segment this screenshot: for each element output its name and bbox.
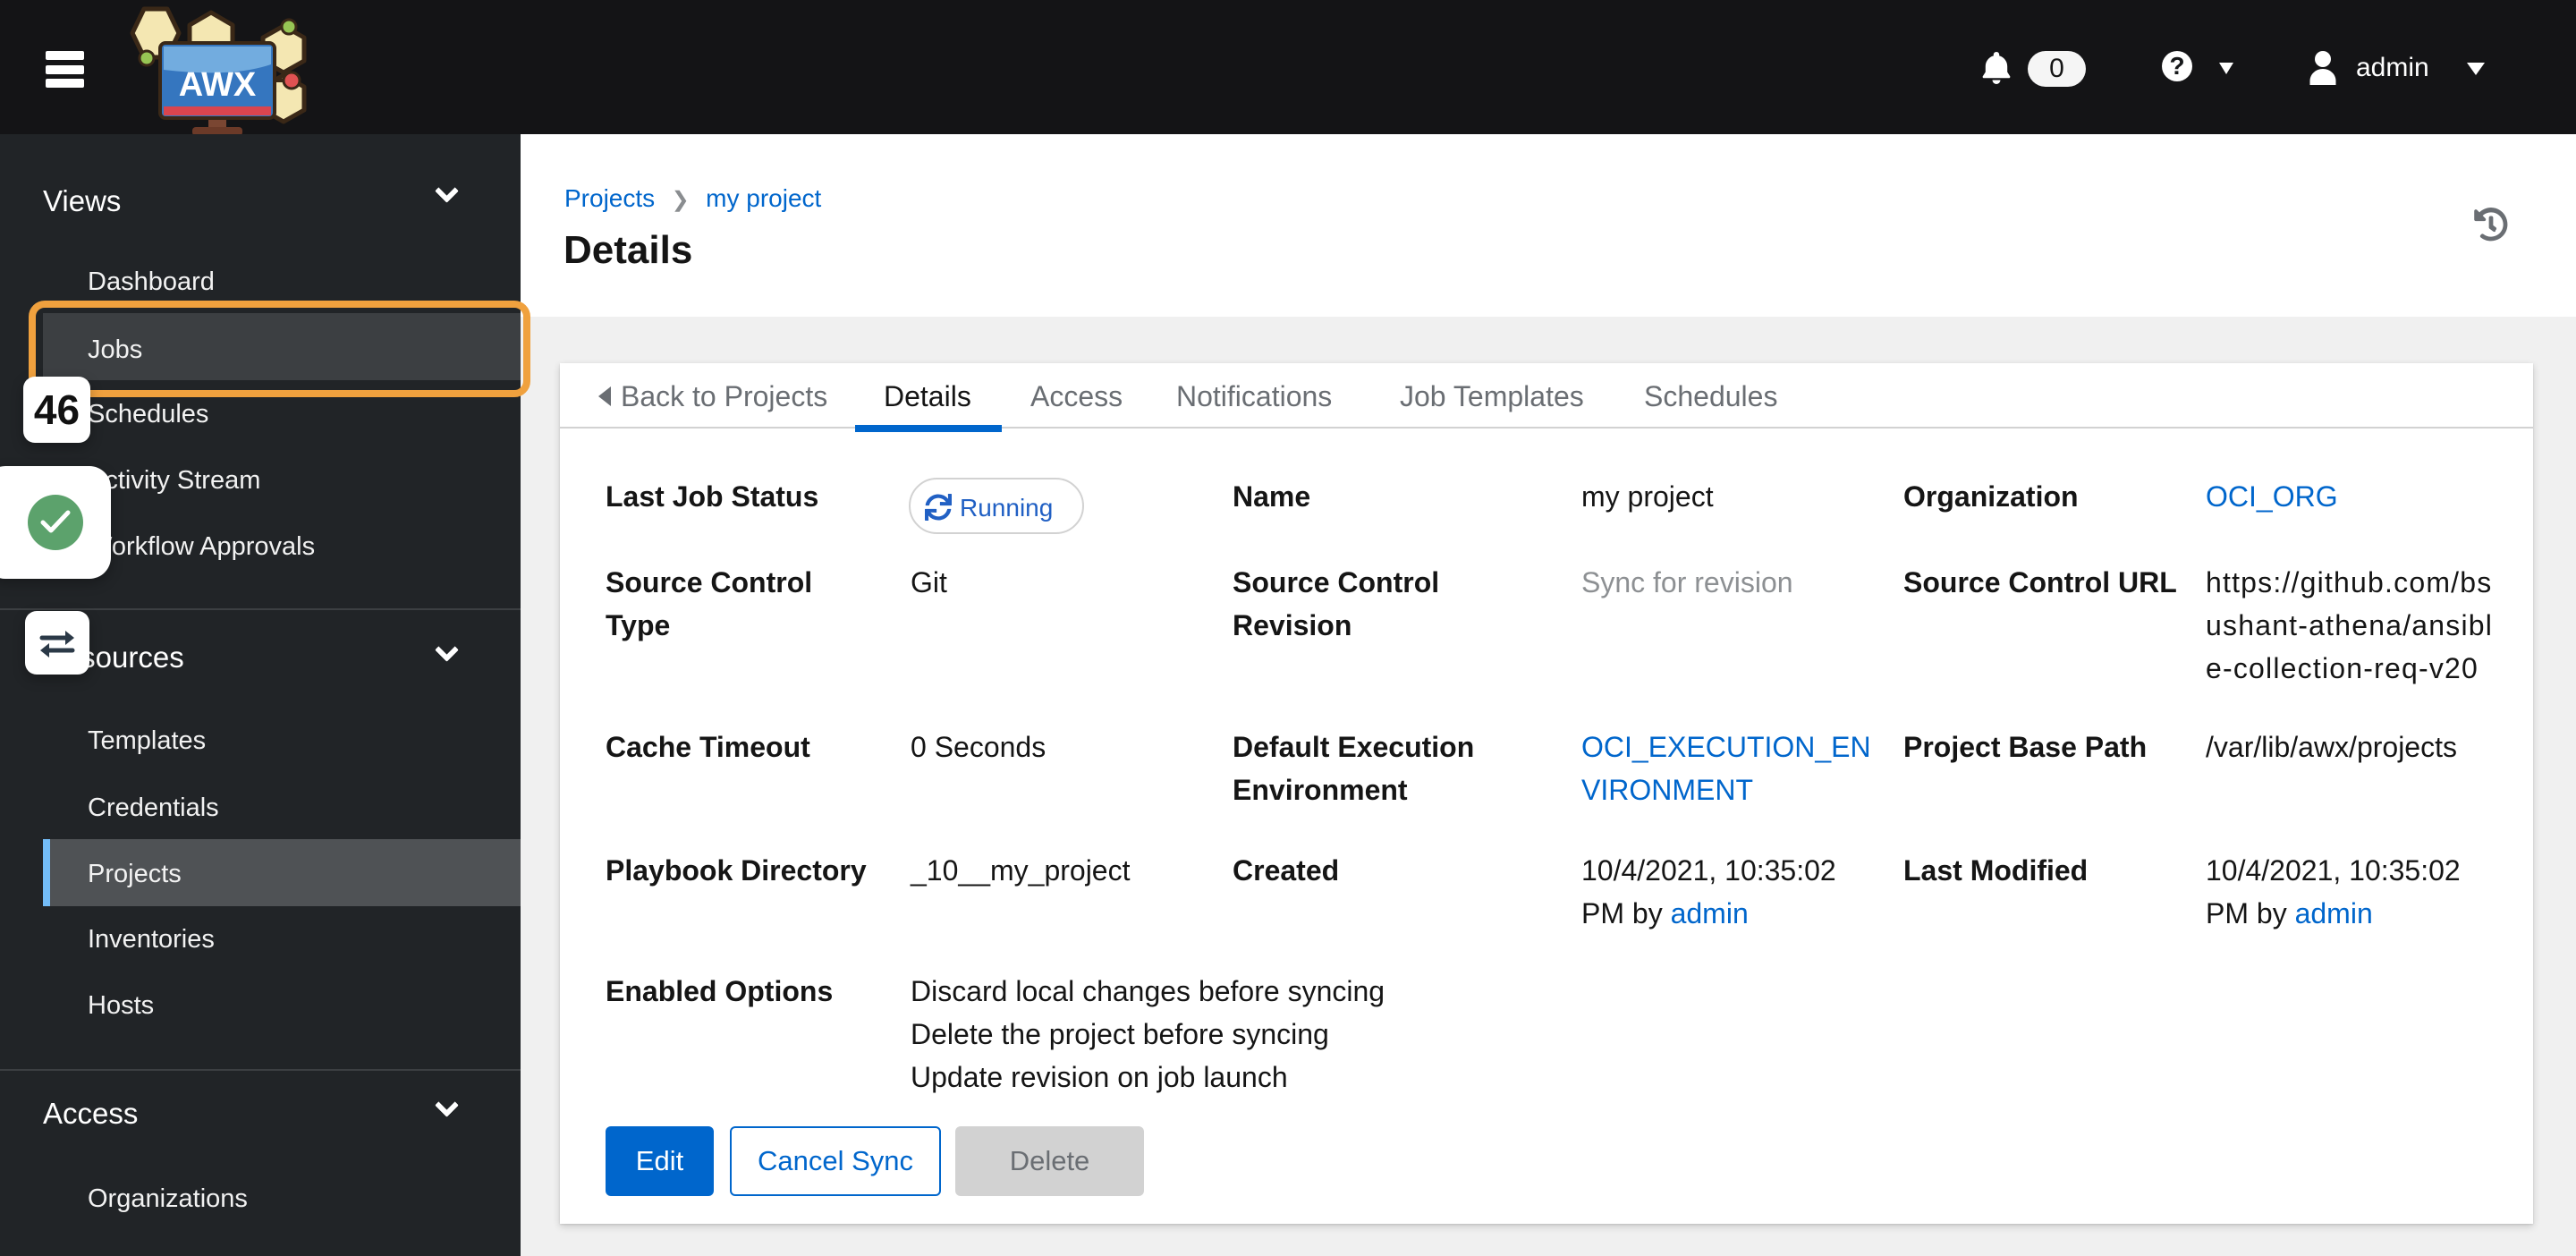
- svg-text:AWX: AWX: [179, 66, 257, 104]
